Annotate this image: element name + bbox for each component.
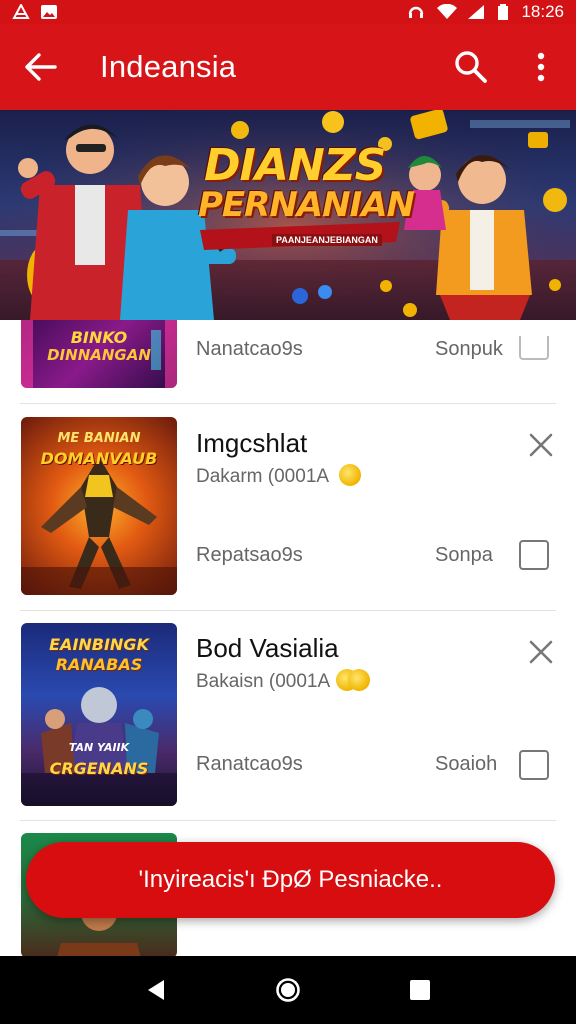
app-bar: Indeansia <box>0 24 576 110</box>
item-status-label: Sonpuk <box>435 338 503 360</box>
image-icon <box>40 4 58 20</box>
nav-home-button[interactable] <box>258 960 318 1020</box>
banner-title-line2: PERNANIAN <box>198 185 415 225</box>
close-icon <box>529 640 553 664</box>
thumbnail-title-3: TAN YAIIK <box>68 741 130 754</box>
more-vert-icon <box>537 52 545 82</box>
page-title: Indeansia <box>100 49 237 84</box>
back-triangle-icon <box>148 980 164 1000</box>
item-subtitle: Bakaisn (0001A <box>196 669 371 693</box>
thumbnail-title-1: ME BANIAN <box>57 431 141 446</box>
promo-banner[interactable]: DIANZS PERNANIAN PAANJEANJEBIANGAN <box>0 110 576 320</box>
remove-item-button[interactable] <box>524 635 558 669</box>
wifi-icon <box>437 3 458 20</box>
item-checkbox[interactable] <box>519 336 549 360</box>
thumbnail-title-2: RANABAS <box>55 655 143 674</box>
search-button[interactable] <box>436 24 506 110</box>
snackbar-button[interactable]: 'Inyireacis'ı ÐpØ Pesniacke.. <box>26 842 555 918</box>
item-checkbox[interactable] <box>519 750 549 780</box>
nav-back-button[interactable] <box>126 960 186 1020</box>
status-time: 18:26 <box>521 2 564 21</box>
remove-item-button[interactable] <box>524 428 558 462</box>
status-left-icons <box>12 2 58 20</box>
item-title: Bod Vasialia <box>196 633 339 663</box>
system-nav-bar <box>0 956 576 1024</box>
thumbnail-title-4: CRGENANS <box>49 759 149 778</box>
item-thumbnail: EAINBINGK RANABAS TAN YAIIK CRGENANS <box>21 623 177 806</box>
item-category-label: Ranatcao9s <box>196 753 303 775</box>
item-status-label: Sonpa <box>435 544 493 566</box>
item-subtitle-text: Bakaisn (0001A <box>196 671 331 693</box>
signal-icon <box>467 4 485 20</box>
search-icon <box>455 51 487 83</box>
banner-title-line1: DIANZS <box>204 140 386 191</box>
banner-subtitle: PAANJEANJEBIANGAN <box>272 234 382 246</box>
thumbnail-title-2: DINNANGAN <box>47 346 151 364</box>
close-icon <box>529 433 553 457</box>
screen: 18:26 Indeansia DIANZS PERNANIAN PAANJEA… <box>0 0 576 1024</box>
coin-icon <box>339 464 362 486</box>
item-checkbox[interactable] <box>519 540 549 570</box>
back-button[interactable] <box>0 24 80 110</box>
status-bar: 18:26 <box>0 0 576 24</box>
snackbar-text: 'Inyireacis'ı ÐpØ Pesniacke.. <box>138 866 443 893</box>
item-category-label: Nanatcao9s <box>196 338 303 360</box>
item-category-label: Repatsao9s <box>196 544 303 566</box>
notification-icon <box>12 2 30 20</box>
item-thumbnail: ME BANIAN DOMANVAUB <box>21 417 177 595</box>
recents-square-icon <box>410 980 430 1000</box>
item-title: Imgcshlat <box>196 428 308 458</box>
more-options-button[interactable] <box>506 24 576 110</box>
home-circle-icon <box>276 978 300 1002</box>
status-right-icons: 18:26 <box>407 2 564 22</box>
list-item[interactable]: ME BANIAN DOMANVAUB Imgcshlat Dakarm (00… <box>0 404 576 611</box>
item-thumbnail: BINKO DINNANGAN <box>21 320 177 388</box>
item-subtitle-text: Dakarm (0001A <box>196 466 330 488</box>
list-item[interactable]: EAINBINGK RANABAS TAN YAIIK CRGENANS Bod… <box>0 611 576 821</box>
coins-icon <box>336 669 371 691</box>
headset-icon <box>407 4 425 20</box>
app-bar-actions <box>436 24 576 110</box>
thumbnail-title-1: EAINBINGK <box>49 635 149 654</box>
battery-icon <box>497 4 509 20</box>
list-item[interactable]: BINKO DINNANGAN Nanatcao9s Sonpuk <box>0 320 576 404</box>
item-subtitle: Dakarm (0001A <box>196 464 362 488</box>
arrow-left-icon <box>25 53 57 81</box>
thumbnail-title-1: BINKO <box>70 328 128 347</box>
nav-recents-button[interactable] <box>390 960 450 1020</box>
thumbnail-title-2: DOMANVAUB <box>40 449 158 468</box>
item-status-label: Soaioh <box>435 753 498 775</box>
